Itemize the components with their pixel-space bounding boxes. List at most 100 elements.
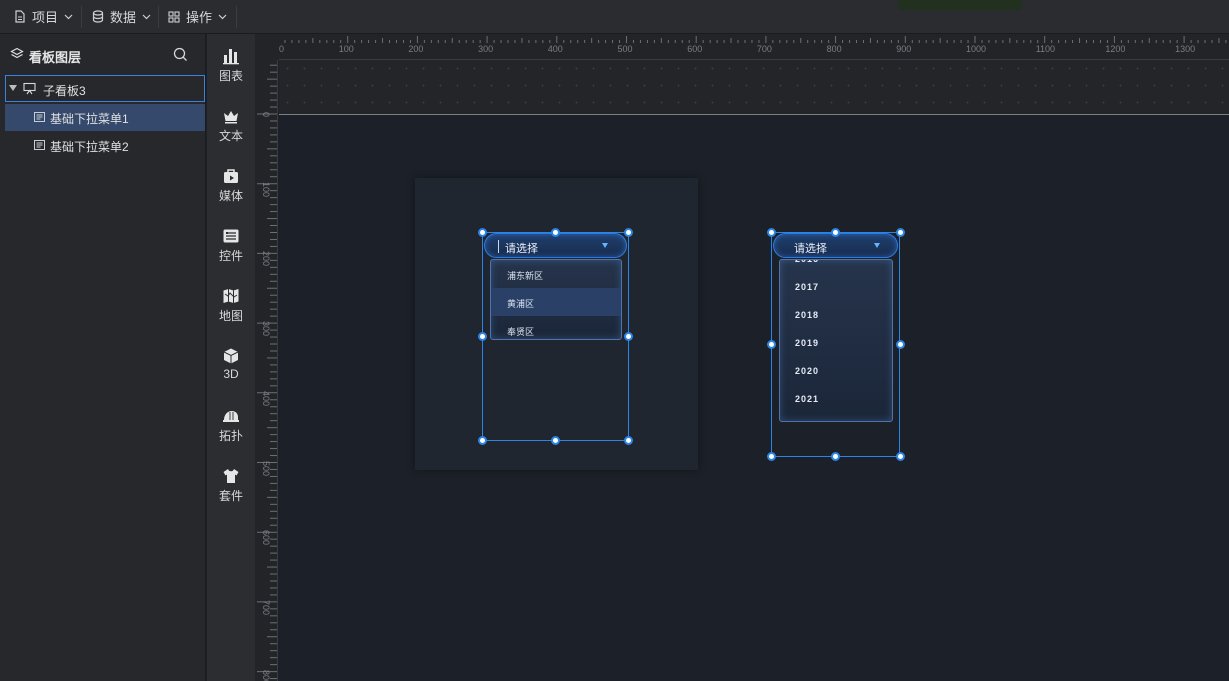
component-text[interactable]: 文本: [207, 107, 255, 157]
dropdown-2-option[interactable]: 2019: [780, 330, 892, 358]
dropdown-2-option[interactable]: 2020: [780, 358, 892, 386]
option-label: 奉贤区: [507, 327, 535, 337]
dropdown-2-option[interactable]: 2017: [780, 274, 892, 302]
tree-root-label: 子看板3: [43, 84, 86, 98]
ruler-top-label: 1300: [1175, 44, 1196, 54]
app-window: 项目 数据 操作 看板图层 子看板3 基础下拉菜单1 基础下拉菜单2 图表 文本…: [0, 0, 1229, 681]
menu-project[interactable]: 项目: [6, 0, 81, 33]
ruler-left-label: 800: [261, 669, 271, 681]
tree-item-dropdown-1[interactable]: 基础下拉菜单1: [5, 104, 205, 131]
component-map[interactable]: 地图: [207, 287, 255, 337]
status-block: [898, 0, 1022, 10]
dropdown-2-option[interactable]: 2018: [780, 302, 892, 330]
component-kit[interactable]: 套件: [207, 467, 255, 517]
ruler-left-label: 500: [261, 460, 271, 476]
option-label: 2021: [795, 394, 820, 404]
top-toolbar: 项目 数据 操作: [0, 0, 1229, 34]
media-icon: [224, 169, 238, 183]
menu-divider: [236, 6, 237, 28]
option-label: 2017: [795, 282, 820, 292]
menu-operation-label: 操作: [186, 10, 213, 25]
tree-item-label: 基础下拉菜单1: [50, 112, 129, 126]
component-label: 媒体: [218, 189, 243, 203]
component-label: 地图: [218, 309, 243, 323]
dropdown-2-option-partial[interactable]: 2016: [780, 260, 892, 274]
bar-chart-icon: [223, 49, 239, 65]
dropdown-1-option[interactable]: 黄浦区: [491, 288, 621, 316]
resize-handle[interactable]: [767, 228, 776, 237]
component-chart[interactable]: 图表: [207, 47, 255, 97]
resize-handle[interactable]: [896, 340, 905, 349]
ruler-left-label: 400: [261, 390, 271, 406]
ruler-top-label: 0: [279, 44, 285, 54]
topology-icon: [223, 411, 239, 422]
ruler-top-label: 1100: [1035, 44, 1056, 54]
ruler-top-label: 400: [547, 44, 563, 54]
resize-handle[interactable]: [478, 332, 487, 341]
dropdown-1-placeholder: 请选择: [505, 243, 538, 255]
chevron-down-icon: [64, 14, 73, 19]
ruler-top-label: 500: [617, 44, 633, 54]
tree-item-dropdown-2[interactable]: 基础下拉菜单2: [5, 132, 205, 159]
component-media[interactable]: 媒体: [207, 167, 255, 217]
component-label: 图表: [218, 69, 243, 83]
file-icon: [15, 10, 25, 23]
menu-project-label: 项目: [32, 10, 59, 25]
dropdown-1-list: 浦东新区 黄浦区 奉贤区: [490, 259, 622, 340]
ruler-top-label: 900: [896, 44, 912, 54]
menu-divider: [81, 6, 82, 28]
map-icon: [223, 289, 239, 303]
dropdown-component-icon: [34, 112, 45, 122]
dropdown-arrow-icon[interactable]: [874, 243, 880, 248]
dropdown-1-option[interactable]: 奉贤区: [491, 316, 621, 339]
resize-handle[interactable]: [624, 332, 633, 341]
component-label: 文本: [218, 129, 243, 143]
resize-handle[interactable]: [896, 228, 905, 237]
dropdown-arrow-icon[interactable]: [602, 243, 608, 248]
ruler-left-label: 600: [261, 530, 271, 546]
shirt-icon: [223, 469, 239, 483]
ruler-top-label: 1200: [1105, 44, 1126, 54]
control-icon: [223, 229, 239, 243]
ruler-left: 0 100 200 300 400 500 600 700 800: [255, 60, 278, 681]
tree-item-label: 基础下拉菜单2: [50, 140, 129, 154]
board-icon: [23, 82, 36, 95]
crown-icon: [224, 111, 238, 124]
caret-down-icon[interactable]: [9, 85, 17, 91]
menu-operation[interactable]: 操作: [160, 0, 235, 33]
dropdown-2-option-partial[interactable]: 2022: [780, 414, 892, 421]
dropdown-2-option[interactable]: 2021: [780, 386, 892, 414]
layer-panel-header: 看板图层: [0, 34, 206, 74]
component-control[interactable]: 控件: [207, 227, 255, 277]
resize-handle[interactable]: [767, 452, 776, 461]
dropdown-1-option[interactable]: 浦东新区: [491, 260, 621, 288]
resize-handle[interactable]: [767, 340, 776, 349]
component-3d[interactable]: 3D: [207, 347, 255, 397]
component-topology[interactable]: 拓扑: [207, 407, 255, 457]
resize-handle[interactable]: [551, 436, 560, 445]
resize-handle[interactable]: [624, 228, 633, 237]
canvas-outside-area: [279, 60, 1229, 114]
resize-handle[interactable]: [831, 228, 840, 237]
option-label: 2018: [795, 310, 820, 320]
chevron-down-icon: [142, 14, 151, 19]
resize-handle[interactable]: [551, 228, 560, 237]
ruler-top-label: 200: [408, 44, 424, 54]
ruler-top-label: 700: [756, 44, 772, 54]
ruler-top-ticks: [277, 36, 1227, 43]
menu-data[interactable]: 数据: [84, 0, 159, 33]
ruler-top-label: 100: [338, 44, 354, 54]
ruler-corner: [255, 34, 279, 60]
resize-handle[interactable]: [478, 436, 487, 445]
resize-handle[interactable]: [624, 436, 633, 445]
resize-handle[interactable]: [896, 452, 905, 461]
option-label: 黄浦区: [507, 299, 535, 309]
option-label: 浦东新区: [507, 271, 544, 281]
tree-root-board[interactable]: 子看板3: [5, 75, 205, 102]
search-icon[interactable]: [173, 47, 188, 62]
resize-handle[interactable]: [478, 228, 487, 237]
text-cursor: [498, 240, 499, 253]
ruler-top-label: 600: [687, 44, 703, 54]
resize-handle[interactable]: [831, 452, 840, 461]
ruler-left-ticks: [257, 64, 277, 680]
